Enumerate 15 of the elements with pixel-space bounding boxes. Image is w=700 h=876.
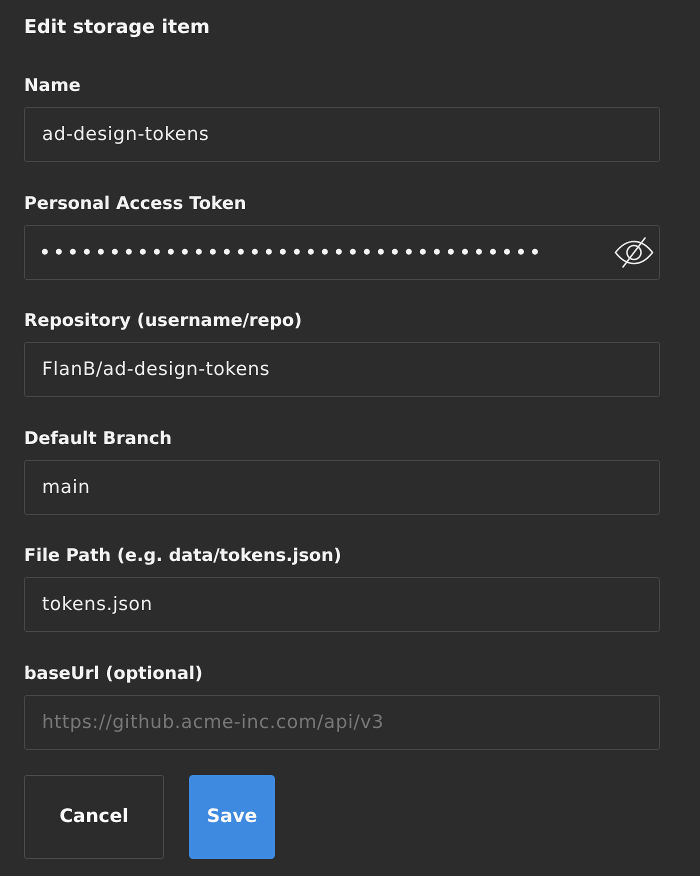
field-label: Repository (username/repo) [24,310,302,332]
input-field[interactable]: https://github.acme-inc.com/api/v3 [24,694,660,750]
field-label: baseUrl (optional) [24,662,203,684]
field-label: Name [24,75,81,97]
input-field[interactable]: main [24,460,660,514]
password-field[interactable]: •••••••••••••••••••••••••••••••••••• [24,224,660,280]
input-field[interactable]: FlanB/ad-design-tokens [24,342,660,397]
field-label: Personal Access Token [24,192,246,214]
dialog-title: Edit storage item [24,15,210,40]
input-field[interactable]: ad-design-tokens [24,107,660,162]
field-label: File Path (e.g. data/tokens.json) [24,545,342,567]
field-label: Default Branch [24,428,172,450]
eye-slash-icon[interactable] [614,236,654,268]
input-field[interactable]: tokens.json [24,577,660,632]
cancel-button[interactable]: Cancel [24,774,164,858]
